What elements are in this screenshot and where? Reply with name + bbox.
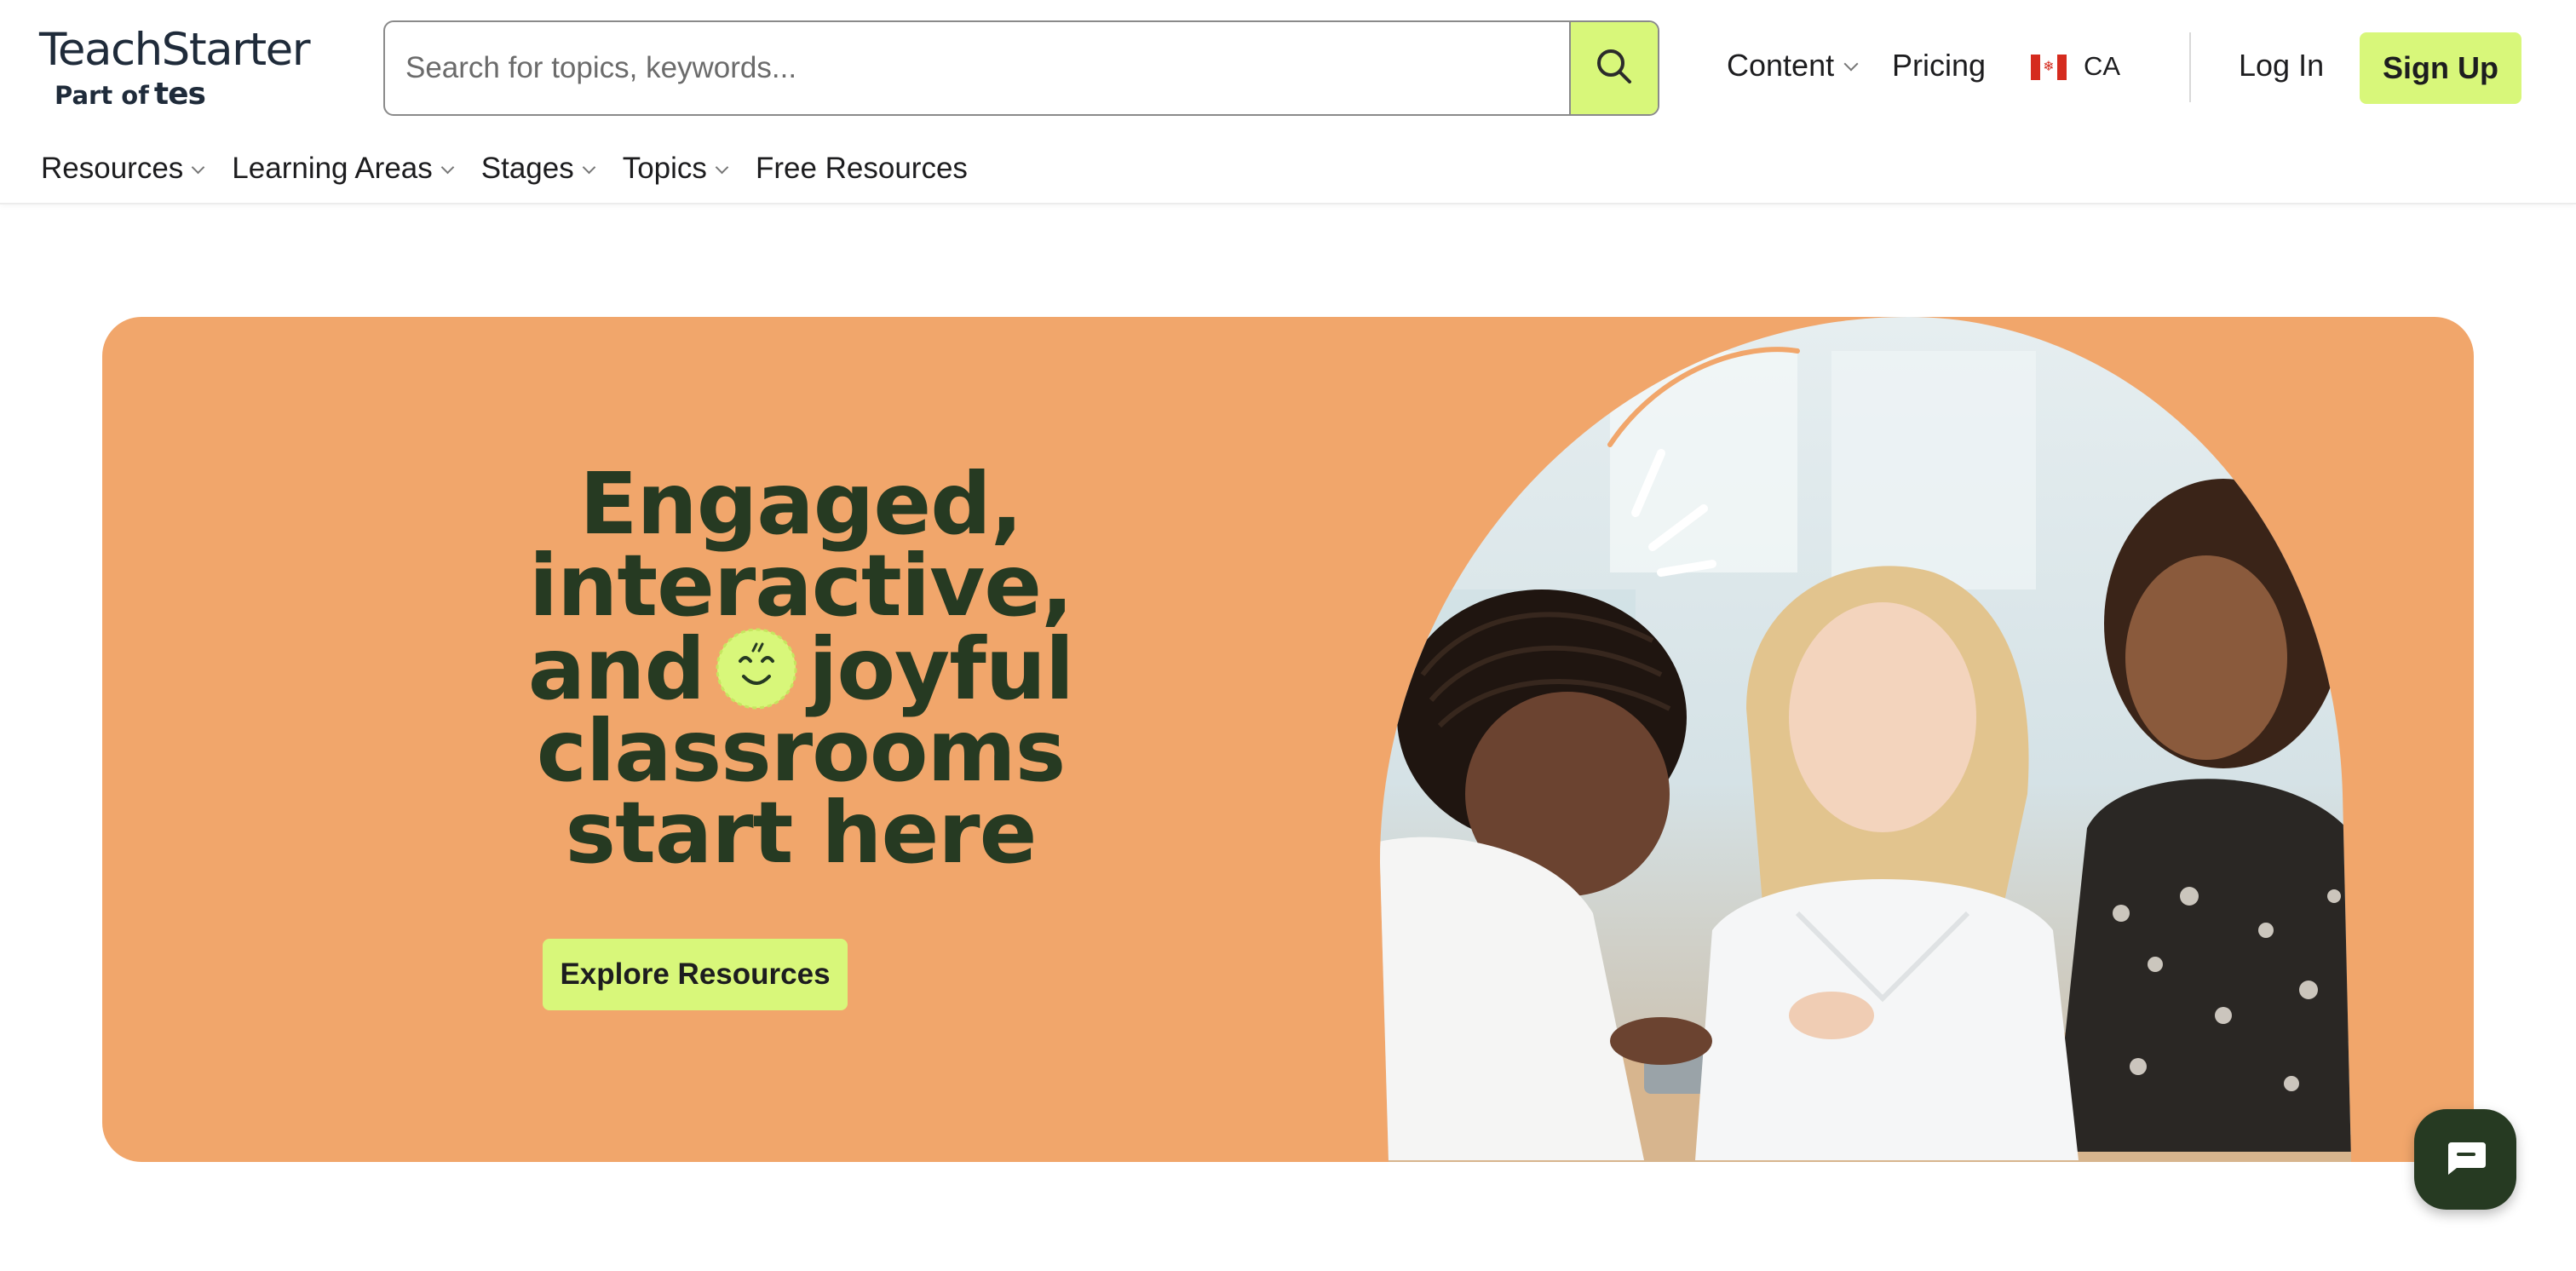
search-button[interactable] <box>1569 22 1658 114</box>
chevron-down-icon <box>1843 56 1859 72</box>
subnav-item-stages[interactable]: Stages <box>480 152 595 189</box>
nav-pricing-link[interactable]: Pricing <box>1892 48 1986 83</box>
country-selector[interactable]: CA <box>2084 51 2120 82</box>
canada-flag-icon[interactable]: ❄ <box>2031 55 2067 80</box>
chat-icon <box>2443 1139 2487 1181</box>
login-link[interactable]: Log In <box>2239 48 2324 83</box>
logo-tes: tes <box>153 77 206 112</box>
hero-line-3: and joyful <box>392 627 1210 712</box>
subnav-item-learning-areas[interactable]: Learning Areas <box>232 152 455 189</box>
nav-content-label: Content <box>1727 48 1835 83</box>
chevron-down-icon <box>715 160 729 175</box>
subnav-label: Resources <box>41 152 184 185</box>
hero-banner: Engaged, interactive, and joyful classro… <box>102 317 2474 1162</box>
header-divider <box>2189 32 2191 102</box>
chevron-down-icon <box>582 160 595 175</box>
hero-line-4: classrooms <box>536 701 1067 801</box>
logo-subtitle: Part of tes <box>55 77 206 112</box>
hero-line-1: Engaged, <box>579 454 1023 554</box>
hero-line-2: interactive, <box>528 536 1073 636</box>
chevron-down-icon <box>440 160 455 175</box>
hero-line-5: start here <box>565 783 1038 883</box>
site-header: TeachStarter Part oftes Content Pricing … <box>0 0 2576 204</box>
hero-heading: Engaged, interactive, and joyful classro… <box>392 454 1210 883</box>
subnav-item-resources[interactable]: Resources <box>41 152 205 189</box>
chevron-down-icon <box>192 160 205 175</box>
subnav-item-free-resources[interactable]: Free Resources <box>756 152 968 189</box>
smiley-icon <box>715 627 798 710</box>
chat-button[interactable] <box>2414 1109 2516 1210</box>
nav-content-dropdown[interactable]: Content <box>1727 48 1859 83</box>
category-nav: Resources Learning Areas Stages Topics F… <box>41 152 997 189</box>
search-icon <box>1595 47 1634 90</box>
logo-wordmark: TeachStarter <box>39 24 311 76</box>
explore-resources-button[interactable]: Explore Resources <box>543 939 848 1010</box>
subnav-label: Free Resources <box>755 152 968 185</box>
subnav-label: Stages <box>480 152 574 185</box>
signup-button[interactable]: Sign Up <box>2360 32 2521 104</box>
subnav-item-topics[interactable]: Topics <box>622 152 729 189</box>
teachstarter-logo[interactable]: TeachStarter Part of tes <box>39 24 329 118</box>
logo-part-of: Part of <box>55 81 149 110</box>
subnav-label: Topics <box>622 152 707 185</box>
subnav-label: Learning Areas <box>232 152 433 185</box>
search-input[interactable] <box>385 22 1569 114</box>
classroom-photo <box>1380 317 2351 1162</box>
search-bar <box>383 20 1659 116</box>
